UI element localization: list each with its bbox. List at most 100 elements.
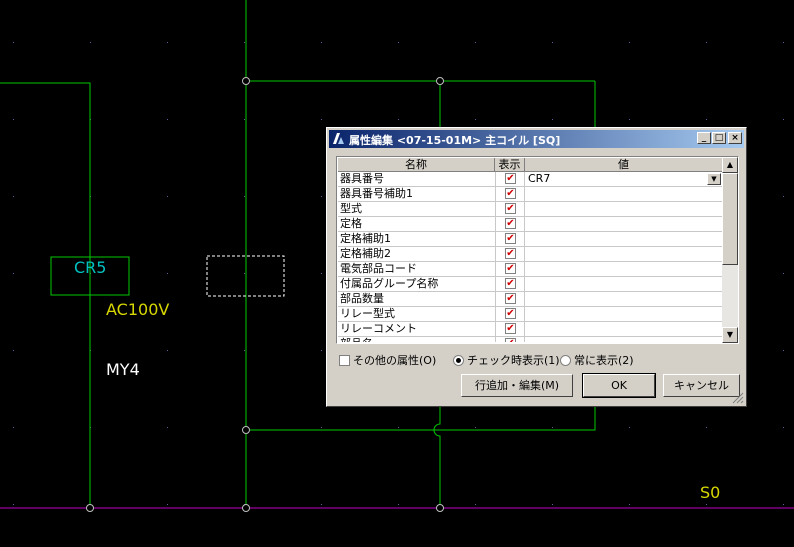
value-dropdown-button[interactable]: ▼: [707, 173, 721, 185]
column-header-display[interactable]: 表示: [495, 158, 525, 172]
row-value[interactable]: [528, 322, 723, 336]
attribute-edit-dialog: 属性編集 <07-15-01M> 主コイル [SQ] _ □ × 名称 表示 値…: [326, 127, 747, 407]
scroll-up-button[interactable]: ▲: [722, 157, 738, 173]
show-when-checked-radio[interactable]: チェック時表示(1): [453, 354, 560, 367]
display-checkbox[interactable]: ✔: [505, 248, 516, 259]
grid-dot: [167, 350, 168, 351]
table-row[interactable]: 器具番号補助1 ✔: [338, 187, 723, 202]
grid-dot: [244, 42, 245, 43]
table-row[interactable]: 電気部品コード ✔: [338, 262, 723, 277]
table-row[interactable]: 部品数量 ✔: [338, 292, 723, 307]
display-checkbox[interactable]: ✔: [505, 278, 516, 289]
grid-dot: [13, 196, 14, 197]
row-display-cell: ✔: [495, 337, 525, 342]
row-name: 部品名: [340, 337, 494, 342]
wire-branch-lower: [433, 405, 441, 508]
grid-dot: [321, 504, 322, 505]
row-display-cell: ✔: [495, 217, 525, 231]
label-cr5[interactable]: CR5: [74, 258, 106, 277]
display-checkbox[interactable]: ✔: [505, 263, 516, 274]
table-row[interactable]: 器具番号 ✔ CR7 ▼: [338, 172, 723, 187]
grid-dot: [475, 42, 476, 43]
close-button[interactable]: ×: [728, 132, 742, 144]
scroll-down-button[interactable]: ▼: [722, 327, 738, 343]
display-checkbox[interactable]: ✔: [505, 188, 516, 199]
radio-unselected[interactable]: [560, 355, 571, 366]
grid-dot: [321, 350, 322, 351]
grid-dot: [13, 504, 14, 505]
row-value[interactable]: [528, 187, 723, 201]
checkbox-box[interactable]: [339, 355, 350, 366]
grid-dot: [783, 504, 784, 505]
resize-grip-icon[interactable]: [732, 392, 744, 404]
scroll-thumb[interactable]: [722, 173, 738, 265]
table-row[interactable]: 定格補助1 ✔: [338, 232, 723, 247]
column-header-value[interactable]: 値: [525, 158, 723, 172]
grid-dot: [167, 42, 168, 43]
grid-dot: [13, 350, 14, 351]
row-value[interactable]: [528, 262, 723, 276]
ok-button[interactable]: OK: [582, 373, 656, 398]
row-value[interactable]: [528, 337, 723, 342]
display-checkbox[interactable]: ✔: [505, 218, 516, 229]
row-display-cell: ✔: [495, 262, 525, 276]
row-value[interactable]: [528, 232, 723, 246]
grid-dot: [167, 119, 168, 120]
grid-dot: [167, 427, 168, 428]
dialog-title-bar[interactable]: 属性編集 <07-15-01M> 主コイル [SQ] _ □ ×: [329, 130, 744, 148]
label-ac100v[interactable]: AC100V: [106, 300, 169, 319]
table-row[interactable]: 型式 ✔: [338, 202, 723, 217]
junction-node: [242, 77, 250, 85]
display-checkbox[interactable]: ✔: [505, 308, 516, 319]
grid-dot: [783, 42, 784, 43]
row-name: 定格: [340, 217, 362, 230]
display-checkbox[interactable]: ✔: [505, 293, 516, 304]
row-value[interactable]: CR7 ▼: [528, 172, 723, 186]
row-value[interactable]: [528, 217, 723, 231]
grid-dot: [706, 42, 707, 43]
junction-node: [86, 504, 94, 512]
row-value[interactable]: [528, 277, 723, 291]
table-row[interactable]: 定格 ✔: [338, 217, 723, 232]
row-name: 付属品グループ名称: [340, 277, 439, 290]
grid-dot: [552, 42, 553, 43]
row-display-cell: ✔: [495, 277, 525, 291]
row-value[interactable]: [528, 307, 723, 321]
display-checkbox[interactable]: ✔: [505, 173, 516, 184]
table-row[interactable]: リレー型式 ✔: [338, 307, 723, 322]
table-row[interactable]: 部品名 ✔: [338, 337, 723, 342]
maximize-button[interactable]: □: [712, 132, 726, 144]
junction-node: [436, 77, 444, 85]
grid-dot: [629, 427, 630, 428]
grid-dot: [629, 42, 630, 43]
row-display-cell: ✔: [495, 307, 525, 321]
display-checkbox[interactable]: ✔: [505, 233, 516, 244]
add-edit-row-button[interactable]: 行追加・編集(M): [461, 374, 573, 397]
table-row[interactable]: 定格補助2 ✔: [338, 247, 723, 262]
row-value[interactable]: [528, 247, 723, 261]
grid-dot: [321, 119, 322, 120]
grid-dot: [783, 427, 784, 428]
cancel-button[interactable]: キャンセル: [663, 374, 740, 397]
row-value[interactable]: [528, 292, 723, 306]
label-s0[interactable]: S0: [700, 483, 720, 502]
column-header-name[interactable]: 名称: [338, 158, 495, 172]
other-attributes-checkbox[interactable]: その他の属性(O): [339, 354, 436, 367]
label-my4[interactable]: MY4: [106, 360, 140, 379]
row-display-cell: ✔: [495, 247, 525, 261]
display-checkbox[interactable]: ✔: [505, 338, 516, 342]
display-checkbox[interactable]: ✔: [505, 203, 516, 214]
radio-selected[interactable]: [453, 355, 464, 366]
row-name: 電気部品コード: [340, 262, 417, 275]
table-scrollbar[interactable]: ▲ ▼: [722, 157, 738, 343]
grid-dot: [13, 119, 14, 120]
app-logo-icon: [333, 133, 344, 144]
table-row[interactable]: リレーコメント ✔: [338, 322, 723, 337]
display-checkbox[interactable]: ✔: [505, 323, 516, 334]
grid-dot: [167, 196, 168, 197]
minimize-button[interactable]: _: [697, 132, 711, 144]
row-value[interactable]: [528, 202, 723, 216]
grid-dot: [706, 504, 707, 505]
always-show-radio[interactable]: 常に表示(2): [560, 354, 634, 367]
table-row[interactable]: 付属品グループ名称 ✔: [338, 277, 723, 292]
